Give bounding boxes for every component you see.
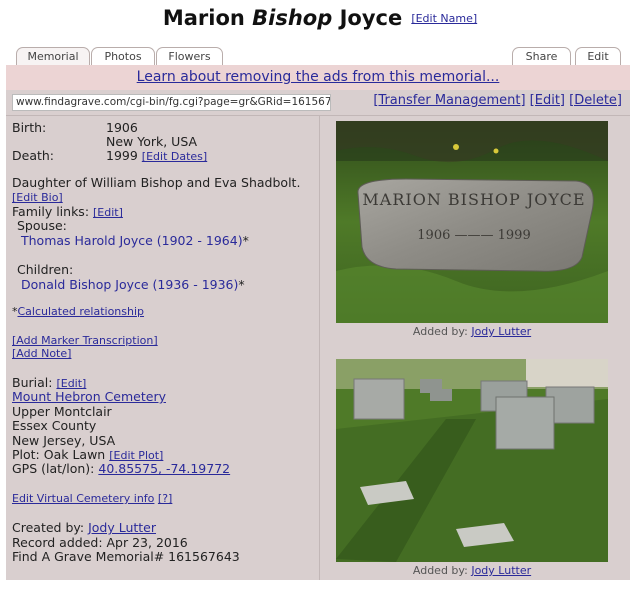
child-link[interactable]: Donald Bishop Joyce (1936 - 1936) <box>21 277 238 292</box>
help-link[interactable]: [?] <box>158 492 172 505</box>
delete-memorial-link[interactable]: [Delete] <box>569 93 622 108</box>
edit-name-link[interactable]: [Edit Name] <box>411 12 477 25</box>
cemetery-state: New Jersey, USA <box>12 433 116 448</box>
add-marker-transcription-link[interactable]: [Add Marker Transcription] <box>12 334 158 347</box>
gps-link[interactable]: 40.85575, -74.19772 <box>98 461 230 476</box>
memorial-id: Find A Grave Memorial# 161567643 <box>12 549 240 564</box>
cemetery-county: Essex County <box>12 418 97 433</box>
edit-memorial-link[interactable]: [Edit] <box>530 93 565 108</box>
creator-link[interactable]: Jody Lutter <box>88 520 156 535</box>
edit-dates-link[interactable]: [Edit Dates] <box>142 150 207 163</box>
tab-memorial[interactable]: Memorial <box>16 47 90 65</box>
remove-ads-link[interactable]: Learn about removing the ads from this m… <box>137 69 500 85</box>
created-by: Created by: Jody Lutter <box>12 520 157 535</box>
tab-flowers[interactable]: Flowers <box>156 47 223 65</box>
tab-edit[interactable]: Edit <box>575 47 621 65</box>
edit-virtual-cemetery-link[interactable]: Edit Virtual Cemetery info <box>12 492 154 505</box>
spouse-label: Spouse: <box>17 218 67 233</box>
cemetery-link[interactable]: Mount Hebron Cemetery <box>12 389 166 404</box>
page-header: Marion Bishop Joyce [Edit Name] <box>0 6 640 30</box>
photo-1-caption: Added by: Jody Lutter <box>412 325 532 338</box>
calculated-relationship: *Calculated relationship <box>12 305 145 318</box>
grave-marker-photo[interactable]: MARION BISHOP JOYCE 1906 ——— 1999 <box>336 121 608 323</box>
url-field[interactable]: www.findagrave.com/cgi-bin/fg.cgi?page=g… <box>12 94 331 111</box>
marker-years-text: 1906 ——— 1999 <box>417 228 530 243</box>
plot-info: Plot: Oak Lawn [Edit Plot] <box>12 447 164 462</box>
birth-year: 1906 <box>106 120 138 135</box>
marker-name-text: MARION BISHOP JOYCE <box>362 190 585 209</box>
photo-2-contributor-link[interactable]: Jody Lutter <box>471 564 531 577</box>
cemetery-photo[interactable] <box>336 359 608 562</box>
children-label: Children: <box>17 262 74 277</box>
death-label: Death: <box>12 148 55 163</box>
birth-label: Birth: <box>12 120 47 135</box>
ad-removal-banner: Learn about removing the ads from this m… <box>6 65 630 90</box>
edit-family-link[interactable]: [Edit] <box>93 206 123 219</box>
family-links: Family links: [Edit] <box>12 204 123 219</box>
tab-photos[interactable]: Photos <box>91 47 155 65</box>
death-year: 1999 [Edit Dates] <box>106 148 208 163</box>
photo-1-contributor-link[interactable]: Jody Lutter <box>471 325 531 338</box>
child-entry: Donald Bishop Joyce (1936 - 1936)* <box>21 277 245 292</box>
management-links: [Transfer Management] [Edit] [Delete] <box>373 93 622 108</box>
add-note-link[interactable]: [Add Note] <box>12 347 71 360</box>
photo-2-caption: Added by: Jody Lutter <box>412 564 532 577</box>
gps-info: GPS (lat/lon): 40.85575, -74.19772 <box>12 461 231 476</box>
panel-divider <box>6 115 630 116</box>
record-added: Record added: Apr 23, 2016 <box>12 535 188 550</box>
cemetery-city: Upper Montclair <box>12 404 112 419</box>
burial-label: Burial: [Edit] <box>12 375 87 390</box>
transfer-management-link[interactable]: [Transfer Management] <box>373 93 525 108</box>
calculated-relationship-link[interactable]: Calculated relationship <box>18 305 145 318</box>
tab-share[interactable]: Share <box>512 47 571 65</box>
birth-place: New York, USA <box>106 134 198 149</box>
column-divider <box>319 116 320 580</box>
memorial-name: Marion Bishop Joyce <box>162 6 403 30</box>
spouse-entry: Thomas Harold Joyce (1902 - 1964)* <box>21 233 249 248</box>
spouse-link[interactable]: Thomas Harold Joyce (1902 - 1964) <box>21 233 243 248</box>
bio-text: Daughter of William Bishop and Eva Shadb… <box>12 175 301 190</box>
edit-bio-link[interactable]: [Edit Bio] <box>12 191 63 204</box>
virtual-cemetery: Edit Virtual Cemetery info [?] <box>12 492 172 505</box>
